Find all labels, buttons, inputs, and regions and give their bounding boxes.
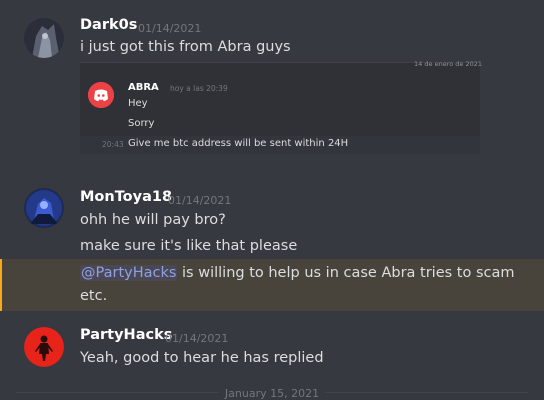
timestamp: 01/14/2021 xyxy=(168,194,232,207)
embed-sender: ABRA xyxy=(128,82,159,93)
embed-text: Give me btc address will be sent within … xyxy=(128,138,349,149)
username[interactable]: Dark0s xyxy=(80,17,137,33)
message-text: @PartyHacks is willing to help us in cas… xyxy=(80,265,514,281)
avatar[interactable] xyxy=(24,327,64,367)
embedded-screenshot[interactable]: 14 de enero de 2021 ABRA hoy a las 20:39… xyxy=(80,60,482,154)
embed-date: 14 de enero de 2021 xyxy=(414,60,482,68)
embed-text: Sorry xyxy=(128,118,155,129)
message-text: Yeah, good to hear he has replied xyxy=(80,350,324,366)
timestamp: 01/14/2021 xyxy=(165,332,229,345)
embed-text: Hey xyxy=(128,98,148,109)
message-text-rest: is willing to help us in case Abra tries… xyxy=(177,265,515,281)
message-text: etc. xyxy=(80,288,108,304)
date-divider-label: January 15, 2021 xyxy=(218,387,326,400)
user-mention[interactable]: @PartyHacks xyxy=(80,265,178,281)
embed-timestamp: hoy a las 20:39 xyxy=(170,84,228,93)
message-text: i just got this from Abra guys xyxy=(80,39,291,55)
embed-row-time: 20:43 xyxy=(102,140,124,149)
username[interactable]: MonToya18 xyxy=(80,189,172,205)
timestamp: 01/14/2021 xyxy=(138,22,202,35)
discord-logo-icon xyxy=(88,82,114,108)
avatar[interactable] xyxy=(24,188,64,228)
avatar[interactable] xyxy=(24,18,64,58)
username[interactable]: PartyHacks xyxy=(80,327,172,343)
message-text: make sure it's like that please xyxy=(80,238,298,254)
message-text: ohh he will pay bro? xyxy=(80,212,226,228)
